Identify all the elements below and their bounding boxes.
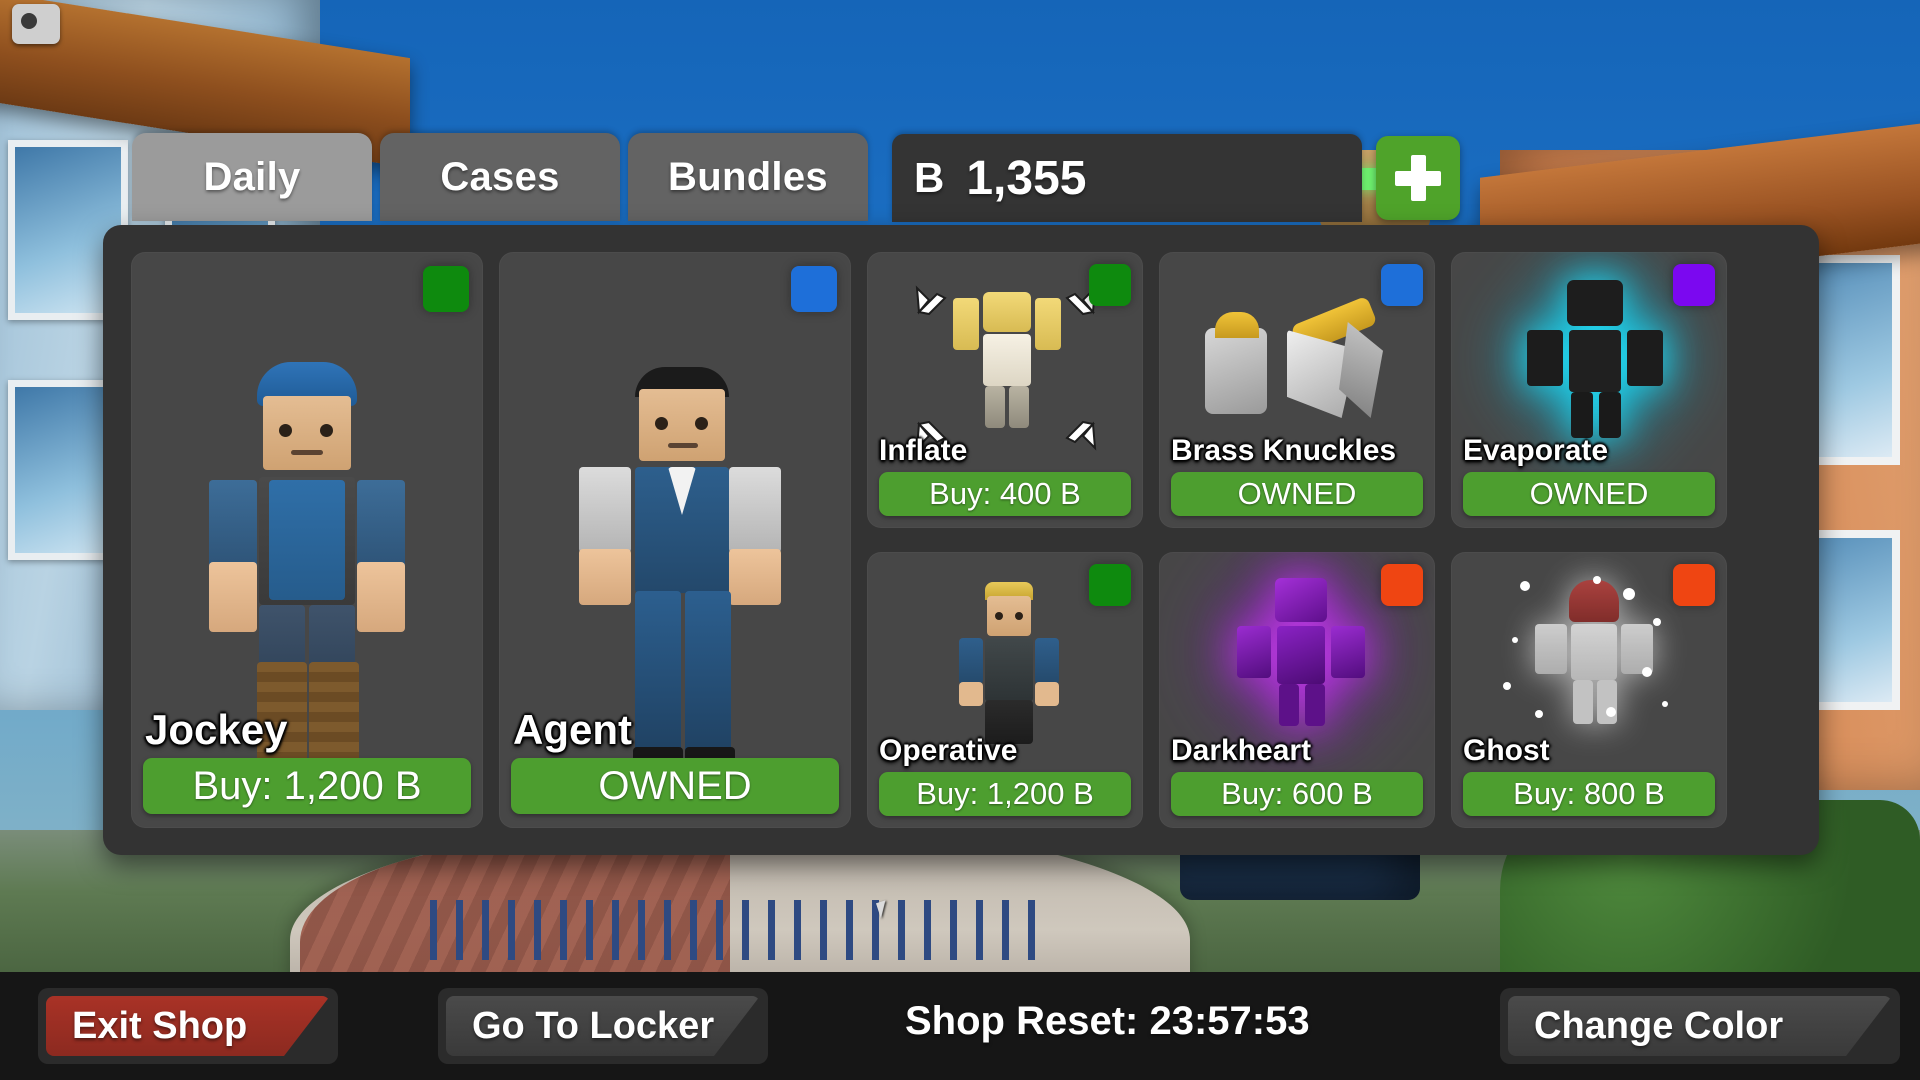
exit-shop-button[interactable]: Exit Shop xyxy=(38,988,338,1064)
item-name: Agent xyxy=(513,706,632,753)
item-name: Evaporate xyxy=(1463,434,1609,467)
buy-button[interactable]: OWNED xyxy=(1463,472,1715,516)
tab-bundles-label: Bundles xyxy=(668,154,828,199)
tab-cases[interactable]: Cases xyxy=(380,133,620,221)
shop-reset-timer: Shop Reset: 23:57:53 xyxy=(905,999,1310,1043)
rarity-indicator xyxy=(1673,264,1715,306)
shop-item-card-brass-knuckles[interactable]: Brass Knuckles OWNED xyxy=(1159,252,1435,528)
shop-item-card-inflate[interactable]: Inflate Buy: 400 B xyxy=(867,252,1143,528)
item-name: Ghost xyxy=(1463,734,1550,767)
shop-item-card-evaporate[interactable]: Evaporate OWNED xyxy=(1451,252,1727,528)
buy-button[interactable]: Buy: 400 B xyxy=(879,472,1131,516)
game-screen: Daily Cases Bundles B 1,355 Jockey Buy: … xyxy=(0,0,1920,1080)
buy-button[interactable]: OWNED xyxy=(1171,472,1423,516)
currency-symbol: B xyxy=(914,154,945,201)
tab-bundles[interactable]: Bundles xyxy=(628,133,868,221)
rarity-indicator xyxy=(1381,264,1423,306)
currency-display: B 1,355 xyxy=(892,134,1362,222)
fence-railing xyxy=(430,900,1050,960)
go-to-locker-label: Go To Locker xyxy=(472,1004,715,1047)
buy-button[interactable]: Buy: 800 B xyxy=(1463,772,1715,816)
buy-button[interactable]: Buy: 1,200 B xyxy=(143,758,471,814)
tab-cases-label: Cases xyxy=(440,154,560,199)
shop-item-card-jockey[interactable]: Jockey Buy: 1,200 B xyxy=(131,252,483,828)
tab-daily-label: Daily xyxy=(203,154,301,199)
buy-button[interactable]: OWNED xyxy=(511,758,839,814)
buy-button[interactable]: Buy: 1,200 B xyxy=(879,772,1131,816)
rarity-indicator xyxy=(1381,564,1423,606)
rarity-indicator xyxy=(791,266,837,312)
shop-item-card-operative[interactable]: Operative Buy: 1,200 B xyxy=(867,552,1143,828)
item-name: Operative xyxy=(879,734,1018,767)
shop-panel: Jockey Buy: 1,200 B Agent OWNED Inflate … xyxy=(103,225,1819,855)
rarity-indicator xyxy=(1673,564,1715,606)
rarity-indicator xyxy=(1089,264,1131,306)
add-currency-button[interactable] xyxy=(1376,136,1460,220)
rarity-indicator xyxy=(1089,564,1131,606)
buy-button[interactable]: Buy: 600 B xyxy=(1171,772,1423,816)
shop-item-grid: Jockey Buy: 1,200 B Agent OWNED Inflate … xyxy=(131,252,1791,828)
tab-daily[interactable]: Daily xyxy=(132,133,372,221)
exit-shop-label: Exit Shop xyxy=(72,1004,248,1047)
shop-item-card-ghost[interactable]: Ghost Buy: 800 B xyxy=(1451,552,1727,828)
change-color-button[interactable]: Change Color xyxy=(1500,988,1900,1064)
rarity-indicator xyxy=(423,266,469,312)
shop-tab-bar: Daily Cases Bundles B 1,355 xyxy=(0,0,1920,222)
bottom-action-bar: Exit Shop Go To Locker Shop Reset: 23:57… xyxy=(0,972,1920,1080)
plus-icon xyxy=(1395,155,1441,201)
item-name: Darkheart xyxy=(1171,734,1312,767)
item-name: Brass Knuckles xyxy=(1171,434,1397,467)
currency-amount: 1,355 xyxy=(966,151,1087,205)
go-to-locker-button[interactable]: Go To Locker xyxy=(438,988,768,1064)
item-name: Jockey xyxy=(145,706,288,753)
item-name: Inflate xyxy=(879,434,968,467)
shop-item-card-agent[interactable]: Agent OWNED xyxy=(499,252,851,828)
change-color-label: Change Color xyxy=(1534,1004,1784,1047)
shop-item-card-darkheart[interactable]: Darkheart Buy: 600 B xyxy=(1159,552,1435,828)
